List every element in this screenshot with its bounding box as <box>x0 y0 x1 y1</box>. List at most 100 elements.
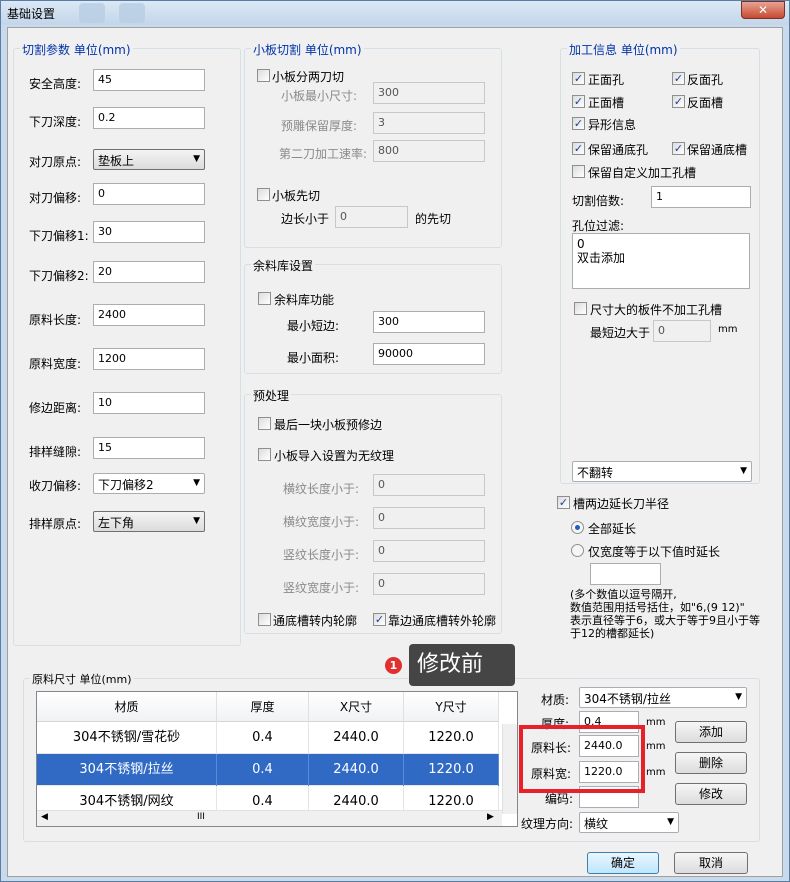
reserve-input[interactable]: 3 <box>373 112 485 134</box>
h-grain-wid-input[interactable]: 0 <box>373 507 485 529</box>
front-hole-label: 正面孔 <box>588 73 625 87</box>
groove-ext-note-line: (多个数值以逗号隔开, <box>570 588 677 601</box>
modify-button[interactable]: 修改 <box>675 783 747 805</box>
second-cut-speed-input[interactable]: 800 <box>373 140 485 162</box>
chevron-down-icon: ▼ <box>735 692 742 702</box>
cut-depth-label: 下刀深度: <box>29 115 82 129</box>
keep-custom-checkbox[interactable] <box>572 165 585 178</box>
column-header[interactable]: 材质 <box>37 692 217 722</box>
column-header[interactable]: 厚度 <box>217 692 309 722</box>
groove-inner-checkbox[interactable] <box>258 613 271 626</box>
layout-gap-input[interactable]: 15 <box>93 437 205 459</box>
multiplier-input[interactable]: 1 <box>651 186 751 208</box>
chevron-down-icon: ▼ <box>667 817 674 827</box>
big-no-hole-checkbox[interactable] <box>574 302 587 315</box>
titlebar-decoration <box>119 3 145 23</box>
edge-lt-suffix: 的先切 <box>415 212 452 226</box>
groove-ext-label: 槽两边延长刀半径 <box>573 497 670 511</box>
ok-button[interactable]: 确定 <box>587 852 659 874</box>
material-select[interactable]: 304不锈钢/拉丝 ▼ <box>579 687 747 708</box>
vertical-scrollbar[interactable] <box>502 724 517 814</box>
no-grain-checkbox[interactable] <box>258 448 271 461</box>
hole-filter-line: 0 <box>577 237 585 251</box>
retract-offset-label: 收刀偏移: <box>29 479 82 493</box>
delete-button[interactable]: 删除 <box>675 752 747 774</box>
layout-origin-value: 左下角 <box>98 516 135 530</box>
retract-offset-select[interactable]: 下刀偏移2 ▼ <box>93 473 205 494</box>
safe-height-input[interactable]: 45 <box>93 69 205 91</box>
cut-params-group: 切割参数 单位(mm) 安全高度: 45 下刀深度: 0.2 对刀原点: 垫板上… <box>13 41 241 646</box>
extend-all-radio[interactable] <box>571 521 584 534</box>
chevron-down-icon: ▼ <box>740 466 747 476</box>
min-area-input[interactable]: 90000 <box>373 343 485 365</box>
back-groove-label: 反面槽 <box>687 96 724 110</box>
min-edge-label: 最小短边: <box>287 319 340 333</box>
close-button[interactable]: ✕ <box>741 1 785 19</box>
extend-width-input[interactable] <box>590 563 661 585</box>
grain-dir-value: 横纹 <box>584 817 609 831</box>
edge-lt-input[interactable]: 0 <box>335 206 408 228</box>
table-row[interactable]: 304不锈钢/雪花砂 0.4 2440.0 1220.0 <box>37 722 499 754</box>
table-cell: 2440.0 <box>309 722 404 754</box>
raw-width-input[interactable]: 1200 <box>93 348 205 370</box>
v-grain-wid-input[interactable]: 0 <box>373 573 485 595</box>
groove-outer-checkbox[interactable]: ✓ <box>373 613 386 626</box>
keep-hole-checkbox[interactable]: ✓ <box>572 142 585 155</box>
cut-offset2-input[interactable]: 20 <box>93 261 205 283</box>
front-hole-checkbox[interactable]: ✓ <box>572 72 585 85</box>
edge-lt-label: 边长小于 <box>281 212 330 226</box>
keep-groove-checkbox[interactable]: ✓ <box>672 142 685 155</box>
hole-filter-label: 孔位过滤: <box>572 219 625 233</box>
raw-length-input[interactable]: 2400 <box>93 304 205 326</box>
min-edge-gt-input[interactable]: 0 <box>653 320 711 342</box>
column-header[interactable]: Y尺寸 <box>404 692 499 722</box>
groove-inner-label: 通底槽转内轮廓 <box>273 614 358 628</box>
h-grain-len-input[interactable]: 0 <box>373 474 485 496</box>
keep-hole-label: 保留通底孔 <box>588 143 649 157</box>
cut-offset2-label: 下刀偏移2: <box>29 269 89 283</box>
remnant-enable-checkbox[interactable] <box>258 292 271 305</box>
v-grain-len-input[interactable]: 0 <box>373 540 485 562</box>
shaped-label: 异形信息 <box>588 118 637 132</box>
tool-origin-select[interactable]: 垫板上 ▼ <box>93 149 205 170</box>
extend-all-label: 全部延长 <box>588 522 637 536</box>
cut-offset1-input[interactable]: 30 <box>93 221 205 243</box>
grain-dir-select[interactable]: 横纹 ▼ <box>579 812 679 833</box>
flip-select[interactable]: 不翻转 ▼ <box>572 461 752 482</box>
scroll-left-arrow-icon[interactable]: ◀ <box>41 812 48 822</box>
add-button[interactable]: 添加 <box>675 721 747 743</box>
extend-width-radio[interactable] <box>571 544 584 557</box>
remnant-enable-label: 余料库功能 <box>274 293 335 307</box>
last-trim-checkbox[interactable] <box>258 417 271 430</box>
annotation-badge: 1 <box>385 657 402 674</box>
column-header[interactable]: X尺寸 <box>309 692 404 722</box>
small-cut-title: 小板切割 单位(mm) <box>251 41 364 58</box>
table-row-selected[interactable]: 304不锈钢/拉丝 0.4 2440.0 1220.0 <box>37 754 499 786</box>
trim-distance-input[interactable]: 10 <box>93 392 205 414</box>
back-groove-checkbox[interactable]: ✓ <box>672 95 685 108</box>
back-hole-checkbox[interactable]: ✓ <box>672 72 685 85</box>
first-cut-checkbox[interactable] <box>257 188 270 201</box>
scroll-thumb[interactable]: III <box>197 812 205 822</box>
groove-ext-note-line: 数值范围用括号括住，如"6,(9 12)" <box>570 601 745 614</box>
layout-origin-select[interactable]: 左下角 ▼ <box>93 511 205 532</box>
front-groove-checkbox[interactable]: ✓ <box>572 95 585 108</box>
scroll-right-arrow-icon[interactable]: ▶ <box>487 812 494 822</box>
horizontal-scrollbar[interactable]: ◀ III ▶ <box>37 810 502 826</box>
shaped-checkbox[interactable]: ✓ <box>572 117 585 130</box>
process-info-title: 加工信息 单位(mm) <box>567 41 680 58</box>
min-size-label: 小板最小尺寸: <box>281 89 358 103</box>
hole-filter-list[interactable]: 0 双击添加 <box>572 233 750 289</box>
tool-offset-input[interactable]: 0 <box>93 183 205 205</box>
min-edge-input[interactable]: 300 <box>373 311 485 333</box>
process-info-group: 加工信息 单位(mm) ✓ 正面孔 ✓ 反面孔 ✓ 正面槽 ✓ 反面槽 ✓ 异形… <box>560 41 760 484</box>
groove-ext-checkbox[interactable]: ✓ <box>557 496 570 509</box>
cut-depth-input[interactable]: 0.2 <box>93 107 205 129</box>
min-size-input[interactable]: 300 <box>373 82 485 104</box>
material-title: 原料尺寸 单位(mm) <box>30 671 134 687</box>
cut-offset1-label: 下刀偏移1: <box>29 229 89 243</box>
two-cut-checkbox[interactable] <box>257 69 270 82</box>
two-cut-label: 小板分两刀切 <box>272 70 345 84</box>
material-table[interactable]: 材质 厚度 X尺寸 Y尺寸 304不锈钢/雪花砂 0.4 2440.0 1220… <box>36 691 518 827</box>
cancel-button[interactable]: 取消 <box>674 852 748 874</box>
